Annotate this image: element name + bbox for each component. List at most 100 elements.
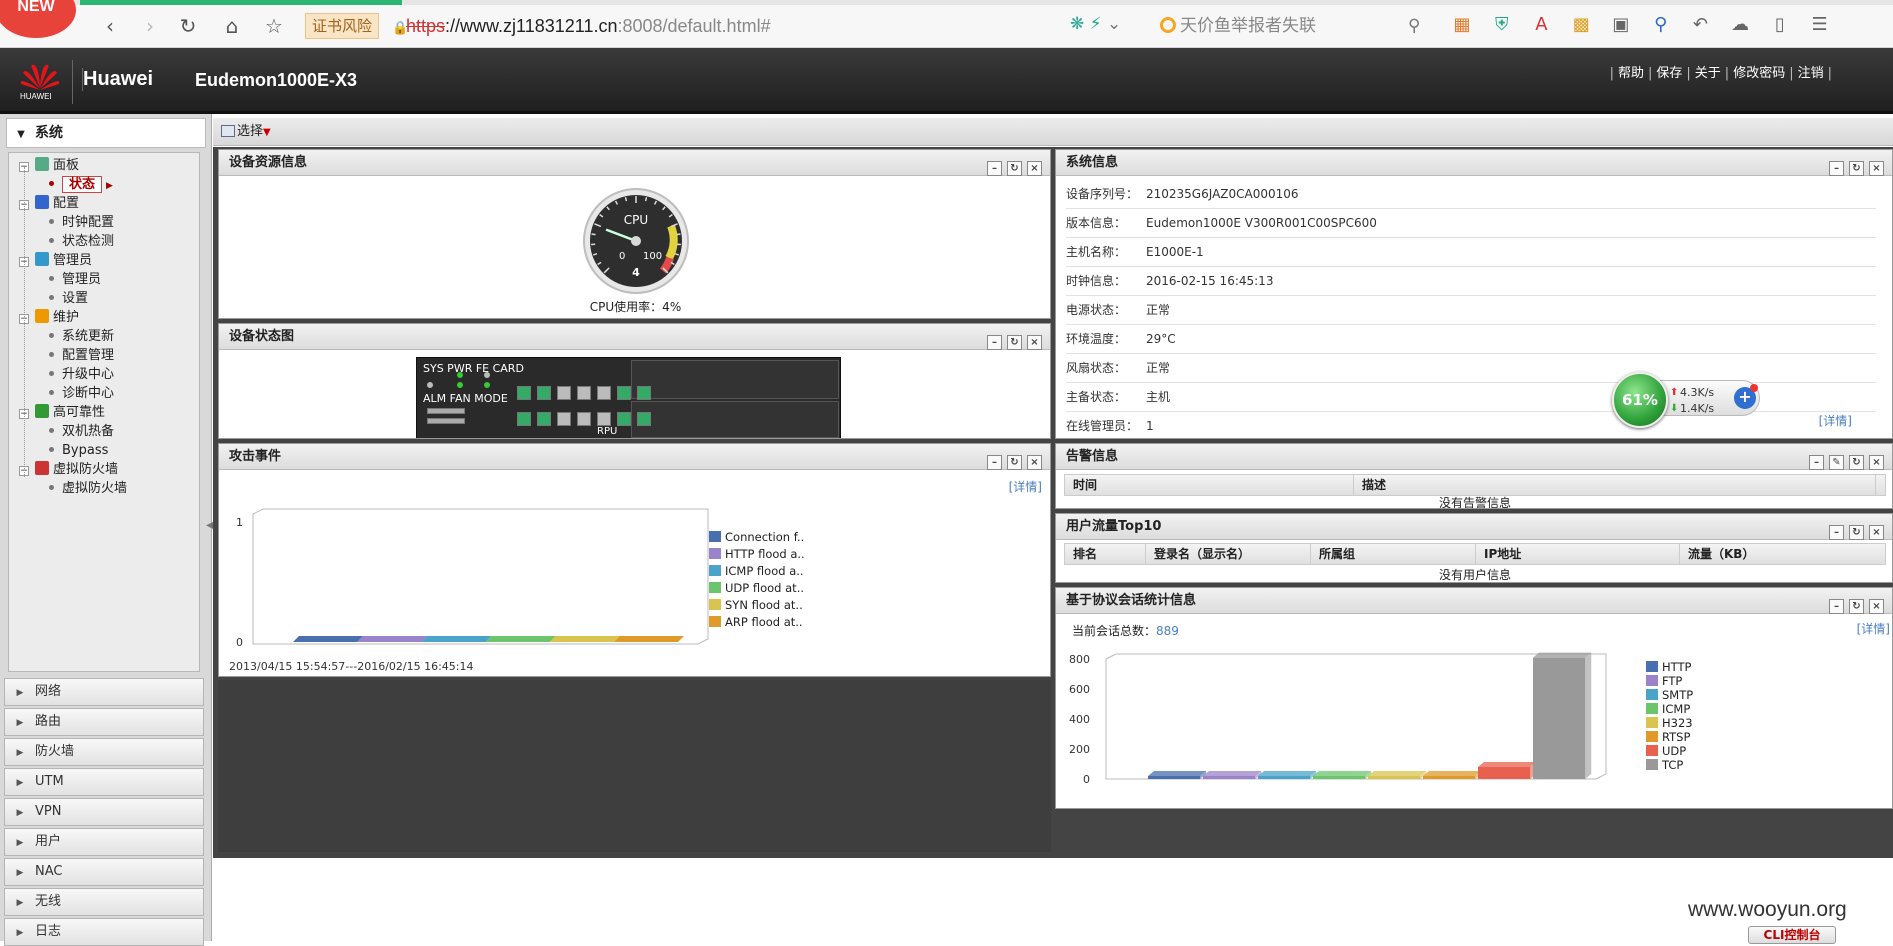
search-box[interactable]: 天价鱼举报者失联 ⚲ xyxy=(1160,12,1430,40)
tree-item[interactable]: 虚拟防火墙 xyxy=(49,478,127,500)
network-port[interactable] xyxy=(597,386,611,400)
about-link[interactable]: 关于 xyxy=(1692,66,1724,81)
logout-link[interactable]: 注销 xyxy=(1795,66,1827,81)
legend-item[interactable]: UDP flood at.. xyxy=(709,581,804,595)
legend-item[interactable]: FTP xyxy=(1646,674,1682,688)
refresh-icon[interactable]: ↻ xyxy=(1007,161,1022,176)
network-port[interactable] xyxy=(637,412,651,426)
network-port[interactable] xyxy=(577,386,591,400)
select-dropdown[interactable]: 选择 xyxy=(237,124,263,139)
legend-item[interactable]: ICMP flood a.. xyxy=(709,564,804,578)
sidebar-menu-item[interactable]: ▶路由 xyxy=(4,708,204,736)
legend-item[interactable]: TCP xyxy=(1646,758,1683,772)
minimize-icon[interactable]: – xyxy=(987,161,1002,176)
legend-item[interactable]: HTTP flood a.. xyxy=(709,547,805,561)
legend-item[interactable]: ICMP xyxy=(1646,702,1690,716)
network-port[interactable] xyxy=(517,386,531,400)
legend-item[interactable]: HTTP xyxy=(1646,660,1691,674)
apps-icon[interactable]: ▦ xyxy=(1445,12,1479,38)
minimize-icon[interactable]: – xyxy=(987,455,1002,470)
network-port[interactable] xyxy=(557,412,571,426)
refresh-icon[interactable]: ↻ xyxy=(1849,161,1864,176)
search-input[interactable]: 天价鱼举报者失联 xyxy=(1180,16,1316,36)
network-port[interactable] xyxy=(537,386,551,400)
refresh-icon[interactable]: ↻ xyxy=(1849,599,1864,614)
caret-down-icon[interactable]: ▼ xyxy=(263,127,271,138)
legend-item[interactable]: Connection f.. xyxy=(709,530,804,544)
close-icon[interactable]: × xyxy=(1869,525,1884,540)
network-port[interactable] xyxy=(577,412,591,426)
minimize-icon[interactable]: – xyxy=(1829,599,1844,614)
sidebar-menu-item[interactable]: ▶用户 xyxy=(4,828,204,856)
sidebar-menu-item[interactable]: ▶UTM xyxy=(4,768,204,796)
lightning-icon[interactable]: ⚡ xyxy=(1090,14,1102,34)
network-port[interactable] xyxy=(557,386,571,400)
sidebar-menu-item[interactable]: ▶VPN xyxy=(4,798,204,826)
sidebar-menu-item[interactable]: ▶无线 xyxy=(4,888,204,916)
refresh-icon[interactable]: ↻ xyxy=(1849,525,1864,540)
network-port[interactable] xyxy=(597,412,611,426)
sysinfo-detail-link[interactable]: [详情] xyxy=(1819,412,1852,429)
memory-usage-ball[interactable]: 61% xyxy=(1612,372,1668,428)
widget-plus-icon[interactable]: + xyxy=(1734,387,1756,409)
refresh-icon[interactable]: ↻ xyxy=(1849,455,1864,470)
zoom-icon[interactable]: ⚲ xyxy=(1644,12,1678,38)
chevron-down-icon[interactable]: ⌄ xyxy=(1107,14,1121,34)
close-icon[interactable]: × xyxy=(1027,335,1042,350)
refresh-icon[interactable]: ↻ xyxy=(1007,335,1022,350)
minimize-icon[interactable]: – xyxy=(1809,455,1824,470)
legend-item[interactable]: H323 xyxy=(1646,716,1693,730)
home-icon[interactable]: ⌂ xyxy=(220,14,244,38)
close-icon[interactable]: × xyxy=(1869,161,1884,176)
network-port[interactable] xyxy=(517,412,531,426)
search-icon[interactable]: ⚲ xyxy=(1408,12,1420,40)
translate-icon[interactable]: A xyxy=(1524,12,1558,38)
screenshot-icon[interactable]: ▣ xyxy=(1604,12,1638,38)
refresh-icon[interactable]: ↻ xyxy=(1007,455,1022,470)
legend-item[interactable]: RTSP xyxy=(1646,730,1690,744)
legend-item[interactable]: UDP xyxy=(1646,744,1686,758)
sidebar-menu-item[interactable]: ▶防火墙 xyxy=(4,738,204,766)
legend-item[interactable]: SMTP xyxy=(1646,688,1693,702)
minimize-icon[interactable]: – xyxy=(1829,161,1844,176)
refresh-icon[interactable]: ↻ xyxy=(176,14,200,38)
network-port[interactable] xyxy=(637,386,651,400)
forward-icon[interactable]: › xyxy=(138,14,162,38)
session-detail-link[interactable]: [详情] xyxy=(1857,620,1890,637)
sidebar-menu-item[interactable]: ▶日志 xyxy=(4,918,204,946)
cloud-icon[interactable]: ☁ xyxy=(1723,12,1757,38)
cli-console-button[interactable]: CLI控制台 xyxy=(1748,926,1836,944)
change-password-link[interactable]: 修改密码 xyxy=(1730,66,1788,81)
network-port[interactable] xyxy=(537,412,551,426)
sidebar-collapse-handle[interactable]: ◀ xyxy=(206,520,211,540)
close-icon[interactable]: × xyxy=(1027,455,1042,470)
minimize-icon[interactable]: – xyxy=(1829,525,1844,540)
sidebar-section-system[interactable]: ▼系统 xyxy=(6,118,206,148)
sidebar-menu-item[interactable]: ▶网络 xyxy=(4,678,204,706)
close-icon[interactable]: × xyxy=(1869,455,1884,470)
close-icon[interactable]: × xyxy=(1869,599,1884,614)
address-bar[interactable]: 🔒https://www.zj11831211.cn:8008/default.… xyxy=(392,13,1072,39)
network-monitor-widget[interactable]: 61% ⬆ 4.3K/s ⬇ 1.4K/s + xyxy=(1612,372,1762,424)
back-icon[interactable]: ‹ xyxy=(98,14,122,38)
attack-detail-link[interactable]: [详情] xyxy=(1009,478,1042,495)
phone-icon[interactable]: ▯ xyxy=(1763,12,1797,38)
legend-item[interactable]: SYN flood at.. xyxy=(709,598,803,612)
legend-item[interactable]: ARP flood at.. xyxy=(709,615,803,629)
edit-icon[interactable]: ✎ xyxy=(1829,455,1844,470)
close-icon[interactable]: × xyxy=(1027,161,1042,176)
certificate-warning[interactable]: 证书风险 xyxy=(305,13,379,39)
network-port[interactable] xyxy=(617,412,631,426)
shield-icon[interactable]: ⛨ xyxy=(1485,12,1519,38)
network-port[interactable] xyxy=(617,386,631,400)
bookmark-star-icon[interactable]: ☆ xyxy=(262,14,286,38)
session-total-value[interactable]: 889 xyxy=(1156,624,1179,638)
undo-icon[interactable]: ↶ xyxy=(1683,12,1717,38)
save-link[interactable]: 保存 xyxy=(1653,66,1685,81)
help-link[interactable]: 帮助 xyxy=(1615,66,1647,81)
speed-icon[interactable]: ❋ xyxy=(1070,14,1084,34)
minimize-icon[interactable]: – xyxy=(987,335,1002,350)
menu-icon[interactable]: ☰ xyxy=(1803,12,1837,38)
download-icon[interactable]: ▩ xyxy=(1564,12,1598,38)
sidebar-menu-item[interactable]: ▶NAC xyxy=(4,858,204,886)
